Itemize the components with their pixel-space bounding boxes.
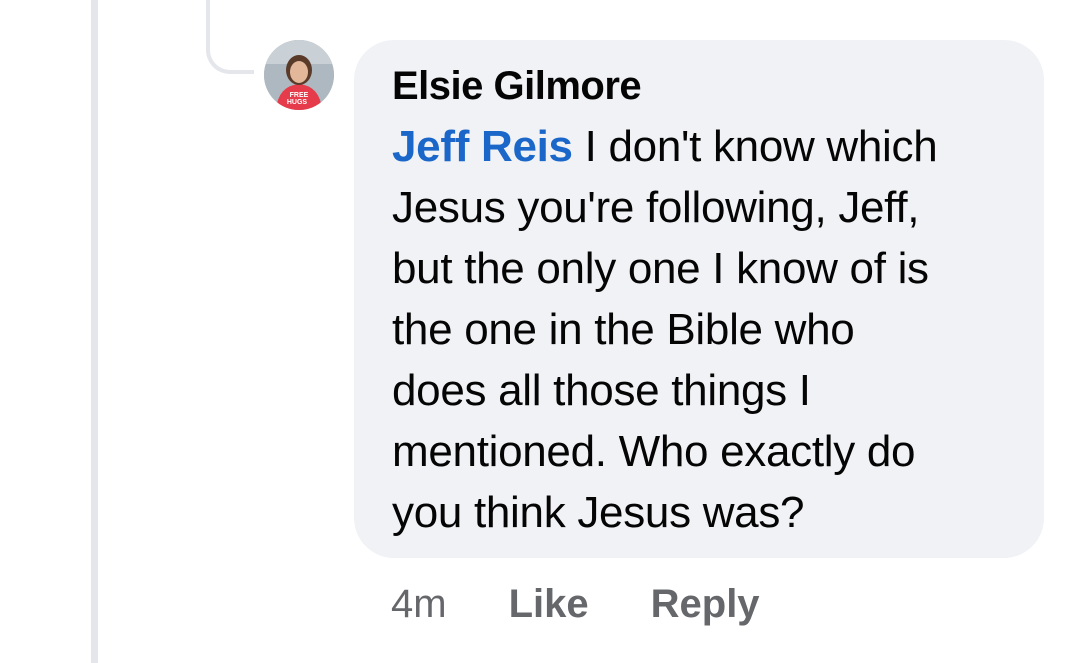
avatar-photo: FREE HUGS: [264, 40, 334, 110]
comment-bubble: Elsie Gilmore Jeff Reis I don't know whi…: [354, 40, 1044, 558]
comment-actions: 4m Like Reply: [391, 578, 822, 630]
comment-line-6: mentioned. Who exactly do: [392, 427, 916, 476]
avatar-shirt-text-1: FREE: [290, 92, 309, 99]
avatar-shirt-text-2: HUGS: [287, 99, 308, 106]
reply-button[interactable]: Reply: [651, 582, 760, 627]
comment-line-3: but the only one I know of is: [392, 244, 929, 293]
comment-line-7: you think Jesus was?: [392, 488, 805, 537]
mention-link[interactable]: Jeff Reis: [392, 122, 573, 171]
avatar[interactable]: FREE HUGS: [264, 40, 334, 110]
comment-line-2: Jesus you're following, Jeff,: [392, 183, 920, 232]
comment-text: Jeff Reis I don't know which Jesus you'r…: [392, 116, 1008, 543]
comment-author-name[interactable]: Elsie Gilmore: [392, 62, 1008, 110]
thread-line: [91, 0, 98, 663]
reply-connector-line: [206, 0, 254, 74]
comment-line-1: I don't know which: [572, 122, 938, 171]
comment-line-4: the one in the Bible who: [392, 305, 855, 354]
like-button[interactable]: Like: [509, 582, 589, 627]
timestamp[interactable]: 4m: [391, 582, 447, 627]
comment-line-5: does all those things I: [392, 366, 811, 415]
